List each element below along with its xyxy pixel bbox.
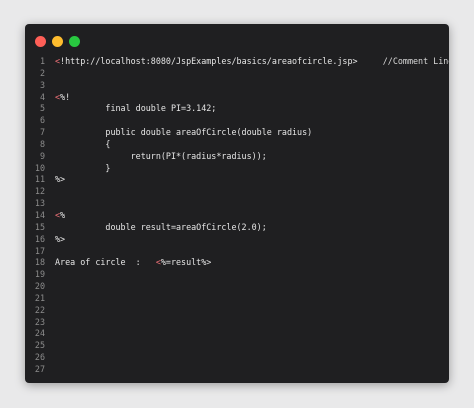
line-number: 26	[34, 352, 45, 363]
code-line: 10 }	[25, 163, 449, 175]
line-number: 15	[34, 221, 45, 232]
code-line: 21	[25, 293, 449, 305]
line-number: 21	[34, 292, 45, 303]
code-line: 7 public double areaOfCircle(double radi…	[25, 127, 449, 139]
code-line: 13	[25, 198, 449, 210]
code-line: 14 <%	[25, 210, 449, 222]
code-line: 5 final double PI=3.142;	[25, 103, 449, 115]
line-number: 22	[34, 304, 45, 315]
line-text: <!http://localhost:8080/JspExamples/basi…	[55, 56, 449, 68]
line-number: 16	[34, 233, 45, 244]
code-text: public double areaOfCircle(double radius…	[55, 127, 313, 138]
line-text: final double PI=3.142;	[55, 103, 216, 115]
line-number: 14	[34, 209, 45, 220]
minimize-button[interactable]	[52, 36, 63, 47]
code-text: return(PI*(radius*radius));	[55, 150, 267, 161]
line-number: 24	[34, 328, 45, 339]
line-number: 17	[34, 245, 45, 256]
title-bar	[25, 24, 449, 54]
code-line: 20	[25, 281, 449, 293]
code-text: !http://localhost:8080/JspExamples/basic…	[60, 56, 358, 66]
maximize-button[interactable]	[69, 36, 80, 47]
line-number: 7	[39, 127, 45, 138]
code-line: 18 Area of circle : <%=result%>	[25, 257, 449, 269]
line-number: 2	[39, 67, 45, 78]
code-line: 15 double result=areaOfCircle(2.0);	[25, 222, 449, 234]
line-text: return(PI*(radius*radius));	[55, 151, 267, 163]
line-text: <%	[55, 210, 65, 222]
line-text: }	[55, 163, 110, 175]
code-line: 2	[25, 68, 449, 80]
line-text: %>	[55, 234, 65, 246]
line-number: 4	[39, 91, 45, 102]
line-number: 19	[34, 269, 45, 280]
code-text: %>	[55, 233, 66, 244]
code-window: 1 <!http://localhost:8080/JspExamples/bas…	[25, 24, 449, 383]
line-number: 18	[34, 257, 45, 268]
line-number: 11	[34, 174, 45, 185]
code-line: 25	[25, 340, 449, 352]
code-line: 4 <%!	[25, 92, 449, 104]
code-comment: //Comment Line	[357, 56, 449, 66]
line-number: 1	[39, 56, 45, 66]
close-button[interactable]	[35, 36, 46, 47]
code-line: 17	[25, 246, 449, 258]
code-line: 23	[25, 317, 449, 329]
code-line: 6	[25, 115, 449, 127]
code-text: %>	[55, 174, 66, 185]
line-number: 9	[39, 150, 45, 161]
code-text: final double PI=3.142;	[55, 103, 217, 114]
code-line: 8 {	[25, 139, 449, 151]
line-number: 20	[34, 281, 45, 292]
code-text: Area of circle :	[55, 257, 156, 268]
line-text: %>	[55, 174, 65, 186]
line-number: 12	[34, 186, 45, 197]
code-line: 26	[25, 352, 449, 364]
line-text: Area of circle : <%=result%>	[55, 257, 211, 269]
line-text: <%!	[55, 92, 70, 104]
code-editor[interactable]: 1 <!http://localhost:8080/JspExamples/bas…	[25, 56, 449, 383]
line-number: 6	[39, 115, 45, 126]
code-text: %=result%>	[160, 257, 212, 268]
code-text: {	[55, 138, 111, 149]
code-line: 11 %>	[25, 174, 449, 186]
code-line: 16 %>	[25, 234, 449, 246]
code-line: 22	[25, 305, 449, 317]
line-number: 3	[39, 79, 45, 90]
line-number: 13	[34, 198, 45, 209]
line-number: 8	[39, 138, 45, 149]
line-text: double result=areaOfCircle(2.0);	[55, 221, 267, 234]
line-text: public double areaOfCircle(double radius…	[55, 127, 312, 139]
code-line: 19	[25, 269, 449, 281]
code-line: 3	[25, 80, 449, 92]
code-line: 24	[25, 328, 449, 340]
line-number: 25	[34, 340, 45, 351]
code-text: }	[55, 162, 111, 173]
code-line: 12	[25, 186, 449, 198]
line-number: 5	[39, 103, 45, 114]
line-number: 10	[34, 162, 45, 173]
code-text: %	[60, 209, 66, 220]
code-text: %!	[60, 91, 71, 102]
code-text: double result=areaOfCircle(2.0);	[55, 221, 267, 232]
code-line: 9 return(PI*(radius*radius));	[25, 151, 449, 163]
code-line: 1 <!http://localhost:8080/JspExamples/bas…	[25, 56, 449, 68]
code-line: 27	[25, 364, 449, 376]
line-number: 23	[34, 316, 45, 327]
line-number: 27	[34, 363, 45, 374]
line-text: {	[55, 139, 110, 151]
